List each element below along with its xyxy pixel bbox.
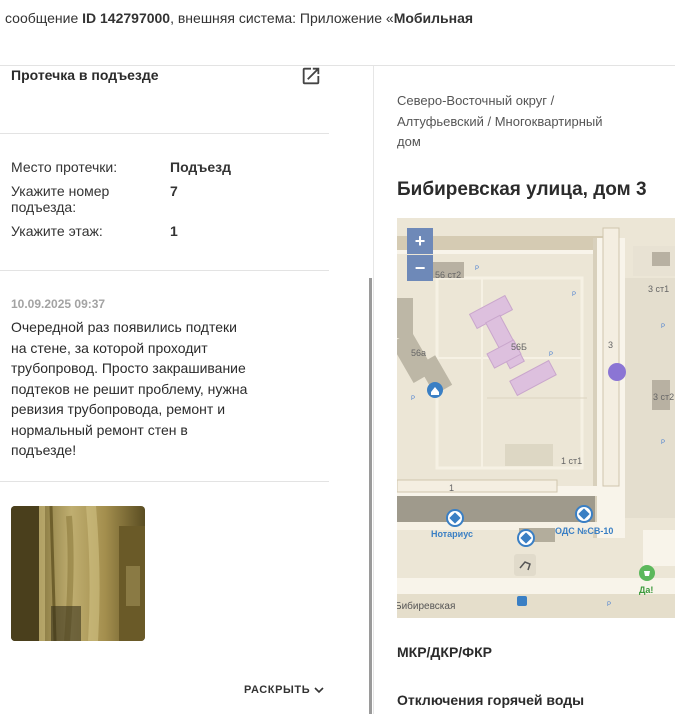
section-hot-water[interactable]: Отключения горячей воды [397, 692, 584, 708]
building [652, 252, 670, 266]
building [643, 530, 675, 566]
block [505, 444, 553, 466]
breadcrumb: Северо-Восточный округ / Алтуфьевский / … [397, 93, 603, 149]
notary-marker-icon [446, 509, 464, 527]
field-label: Укажите этаж: [11, 223, 103, 239]
expand-label: РАСКРЫТЬ [244, 684, 311, 696]
map-canvas: 56 ст2 56а 56Б 3 3 ст1 3 ст2 1 1 ст1 Нот… [397, 218, 675, 618]
field-value: Подъезд [170, 159, 231, 175]
map-label: 3 ст2 [653, 392, 674, 402]
header-prefix: сообщение [5, 10, 83, 26]
field-value: 1 [170, 223, 178, 239]
ods-marker-icon [575, 505, 593, 523]
zoom-in-button[interactable]: + [407, 228, 433, 254]
address-title: Бибиревская улица, дом 3 [397, 179, 647, 200]
parking-sign-icon [517, 596, 527, 606]
map-label: 56 ст2 [435, 270, 461, 280]
message-details-panel: Протечка в подъезде Место протечки: Подъ… [0, 66, 329, 714]
zoom-out-button[interactable]: − [407, 255, 433, 281]
map-label: Нотариус [431, 529, 473, 539]
location-marker[interactable] [608, 363, 626, 381]
parking-icon: P [549, 352, 553, 358]
parking-icon: P [661, 440, 665, 446]
parking-icon: P [572, 292, 576, 298]
parking-icon: P [411, 396, 415, 402]
field-value: 7 [170, 183, 178, 199]
map-label: 3 [608, 340, 613, 350]
building [602, 227, 620, 487]
map-street-label: Бибиревская [397, 600, 455, 612]
photo-image [11, 506, 145, 641]
poi-marker-icon [517, 529, 535, 547]
pet-icon [514, 554, 536, 576]
external-system-name: Мобильная [393, 10, 474, 26]
message-id: ID 142797000 [82, 10, 171, 26]
map-label: 1 ст1 [561, 456, 582, 466]
map[interactable]: 56 ст2 56а 56Б 3 3 ст1 3 ст2 1 1 ст1 Нот… [397, 218, 675, 618]
map-label: ОДС №СВ-10 [555, 526, 613, 536]
chevron-down-icon [314, 686, 324, 693]
attached-photo[interactable] [11, 506, 145, 641]
header-middle: , внешняя система: Приложение « [170, 10, 394, 26]
parking-icon: P [475, 266, 479, 272]
road [397, 578, 675, 594]
map-label: 56а [411, 348, 426, 358]
building-1 [397, 479, 558, 493]
scrollbar[interactable] [369, 278, 372, 714]
parking-icon: P [607, 602, 611, 608]
problem-title: Протечка в подъезде [11, 67, 159, 83]
comment-text: Очередной раз появились подтеки на стене… [11, 319, 248, 458]
map-label: 56Б [511, 342, 527, 352]
comment-date: 10.09.2025 09:37 [11, 297, 106, 311]
road [397, 496, 595, 522]
divider [0, 270, 329, 271]
cart-icon [644, 571, 650, 576]
map-label: 3 ст1 [648, 284, 669, 294]
section-mkr[interactable]: МКР/ДКР/ФКР [397, 644, 492, 660]
location-panel: Северо-Восточный округ / Алтуфьевский / … [374, 66, 675, 714]
external-link-icon[interactable] [300, 65, 322, 87]
parking-icon: P [661, 324, 665, 330]
message-header: сообщение ID 142797000, внешняя система:… [0, 0, 675, 66]
map-label: 1 [449, 483, 454, 493]
field-label: Укажите номер подъезда: [11, 183, 110, 215]
field-label: Место протечки: [11, 159, 118, 175]
house-icon [427, 382, 443, 398]
map-label: Да! [639, 585, 653, 595]
divider [0, 481, 329, 482]
expand-button[interactable]: РАСКРЫТЬ [244, 684, 324, 696]
message-header-text: сообщение ID 142797000, внешняя система:… [5, 10, 473, 26]
divider [0, 133, 329, 134]
